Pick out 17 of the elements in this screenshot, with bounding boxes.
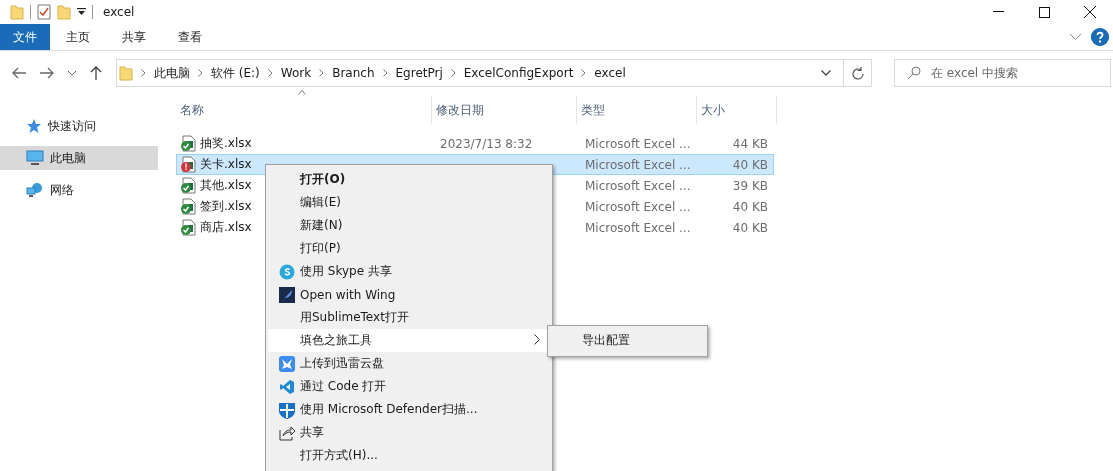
file-type: Microsoft Excel ... [585,178,691,193]
file-name: 抽奖.xlsx [200,135,252,152]
file-name: 其他.xlsx [200,177,252,194]
file-type: Microsoft Excel ... [585,199,691,214]
file-name: 商店.xlsx [200,219,252,236]
file-size: 40 KB [732,157,768,172]
file-type: Microsoft Excel ... [585,157,691,172]
file-size: 39 KB [732,178,768,193]
file-type: Microsoft Excel ... [585,136,691,151]
file-name: 签到.xlsx [200,198,252,215]
file-name: 关卡.xlsx [200,156,252,173]
file-size: 40 KB [732,220,768,235]
modified-date: 2023/7/13 8:32 [440,136,533,151]
file-type: Microsoft Excel ... [585,220,691,235]
window-title: excel [103,5,135,19]
file-size: 44 KB [732,136,768,151]
file-size: 40 KB [732,199,768,214]
